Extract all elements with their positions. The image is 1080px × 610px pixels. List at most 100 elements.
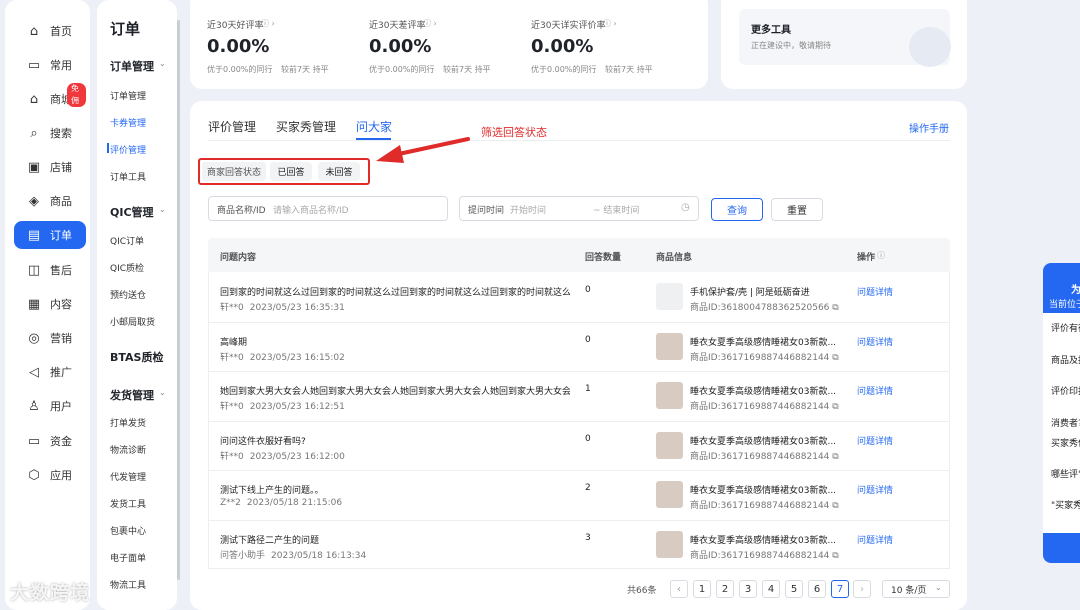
question-user: 轩**0 [220, 303, 244, 313]
manual-link[interactable]: 操作手册 [909, 120, 949, 135]
help-item[interactable]: 买家秀何设置? [1051, 438, 1080, 450]
nav-item-app[interactable]: ⬡ 应用 [14, 461, 86, 489]
nav-item-aftersale[interactable]: ◫ 售后 [14, 256, 86, 284]
next-page-icon[interactable]: › [853, 580, 871, 598]
question-detail-link[interactable]: 问题详情 [857, 384, 893, 397]
group-order-mgmt[interactable]: 订单管理 [110, 58, 154, 74]
tab-buyer-show[interactable]: 买家秀管理 [276, 118, 336, 135]
info-icon[interactable]: ⓘ › [603, 18, 617, 29]
copy-icon[interactable]: ⧉ [829, 452, 838, 462]
active-indicator [107, 143, 109, 153]
tools-illustration [909, 27, 951, 67]
question-detail-link[interactable]: 问题详情 [857, 483, 893, 496]
chevron-down-icon[interactable]: ⌄ [159, 205, 166, 214]
page-button[interactable]: 2 [716, 580, 734, 598]
tab-review-mgmt[interactable]: 评价管理 [208, 118, 256, 135]
nav-item-search[interactable]: ⌕ 搜索 [14, 119, 86, 147]
subnav-item-e-waybill[interactable]: 电子面单 [110, 551, 146, 564]
question-detail-link[interactable]: 问题详情 [857, 335, 893, 348]
page-size-select[interactable]: 10 条/页 ⌄ [882, 580, 950, 598]
help-panel-footer[interactable] [1043, 533, 1080, 563]
nav-item-promotion[interactable]: ◁ 推广 [14, 358, 86, 386]
subnav-item-order-tools[interactable]: 订单工具 [110, 170, 146, 183]
help-item[interactable]: 消费者? [1051, 418, 1080, 430]
page-button[interactable]: 5 [785, 580, 803, 598]
question-detail-link[interactable]: 问题详情 [857, 434, 893, 447]
chevron-down-icon[interactable]: ⌄ [159, 59, 166, 68]
help-item[interactable]: 商品及指南 [1051, 355, 1080, 367]
nav-item-label: 用户 [50, 400, 72, 413]
prev-page-icon[interactable]: ‹ [670, 580, 688, 598]
calendar-icon[interactable]: ◷ [681, 202, 690, 213]
help-item[interactable]: 评价印指什么? [1051, 386, 1080, 398]
subnav-item-qic-order[interactable]: QIC订单 [110, 234, 144, 247]
subnav-item-logistics-diag[interactable]: 物流诊断 [110, 443, 146, 456]
filter-label: 商家回答状态 [202, 162, 266, 181]
question-detail-link[interactable]: 问题详情 [857, 533, 893, 546]
copy-icon[interactable]: ⧉ [829, 303, 838, 313]
nav-item-content[interactable]: ▦ 内容 [14, 290, 86, 318]
nav-item-box[interactable]: ◈ 商品 [14, 187, 86, 215]
nav-item-label: 推广 [50, 366, 72, 379]
subnav-item-dropship[interactable]: 代发管理 [110, 470, 146, 483]
copy-icon[interactable]: ⧉ [829, 551, 838, 561]
time-range-field[interactable]: 提问时间 开始时间 ~ 结束时间 ◷ [459, 196, 699, 221]
stat-subtext: 优于0.00%的同行 [207, 65, 273, 74]
subnav-item-ship-tools[interactable]: 发货工具 [110, 497, 146, 510]
money-icon: ▭ [27, 433, 41, 449]
subnav-item-review-mgmt[interactable]: 评价管理 [110, 143, 146, 156]
tools-card: 更多工具 正在建设中，敬请期待 [721, 0, 967, 89]
info-icon[interactable]: ⓘ › [261, 18, 275, 29]
tabs-divider [208, 140, 950, 141]
nav-item-user[interactable]: ♙ 用户 [14, 392, 86, 420]
subnav-item-reserve[interactable]: 预约送仓 [110, 288, 146, 301]
info-icon[interactable]: ⓘ › [423, 18, 437, 29]
reset-button[interactable]: 重置 [771, 198, 823, 221]
copy-icon[interactable]: ⧉ [829, 402, 838, 412]
page-button[interactable]: 3 [739, 580, 757, 598]
nav-item-folder[interactable]: ▭ 常用 [14, 51, 86, 79]
subnav-item-logistics-tools[interactable]: 物流工具 [110, 578, 146, 591]
start-time-input[interactable]: 开始时间 [510, 203, 546, 216]
page-button[interactable]: 4 [762, 580, 780, 598]
page-button[interactable]: 6 [808, 580, 826, 598]
annotation-arrow-icon [376, 137, 470, 163]
nav-item-marketing[interactable]: ◎ 营销 [14, 324, 86, 352]
help-item[interactable]: 哪些评"买家秀 [1051, 469, 1080, 481]
subnav-item-qic-check[interactable]: QIC质检 [110, 261, 144, 274]
subnav-item-coupon-mgmt[interactable]: 卡券管理 [110, 116, 146, 129]
page-button[interactable]: 1 [693, 580, 711, 598]
group-ship-mgmt[interactable]: 发货管理 [110, 387, 154, 403]
product-thumbnail [656, 530, 683, 558]
help-item[interactable]: 评价有得升流量上 [1051, 323, 1080, 335]
question-meta: 轩**0 2023/05/23 16:12:00 [220, 449, 345, 462]
group-qic-mgmt[interactable]: QIC管理 [110, 204, 154, 220]
copy-icon[interactable]: ⧉ [829, 353, 838, 363]
filter-unanswered-button[interactable]: 未回答 [318, 162, 360, 181]
subnav-item-print-ship[interactable]: 打单发货 [110, 416, 146, 429]
info-icon[interactable]: ⓘ [877, 250, 885, 261]
subnav-scrollbar[interactable] [177, 20, 180, 580]
subnav-item-order-mgmt[interactable]: 订单管理 [110, 89, 146, 102]
chevron-down-icon[interactable]: ⌄ [159, 388, 166, 397]
nav-item-home[interactable]: ⌂ 首页 [14, 17, 86, 45]
end-time-input[interactable]: ~ 结束时间 [593, 203, 639, 216]
product-search-field[interactable]: 商品名称/ID 请输入商品名称/ID [208, 196, 448, 221]
filter-answered-button[interactable]: 已回答 [270, 162, 312, 181]
query-button[interactable]: 查询 [711, 198, 763, 221]
subnav-item-post-pickup[interactable]: 小邮局取货 [110, 315, 155, 328]
nav-item-money[interactable]: ▭ 资金 [14, 427, 86, 455]
help-item[interactable]: "买家秀精? [1051, 500, 1080, 512]
tools-title: 更多工具 [751, 25, 791, 36]
nav-item-shop[interactable]: ⌂ 商城 免佣 [14, 83, 86, 113]
product-search-placeholder[interactable]: 请输入商品名称/ID [273, 203, 349, 216]
question-detail-link[interactable]: 问题详情 [857, 285, 893, 298]
product-id-text: 商品ID:3617169887446882144 [690, 451, 830, 462]
question-time: 2023/05/18 16:13:34 [271, 550, 367, 561]
nav-item-store[interactable]: ▣ 店铺 [14, 153, 86, 181]
group-btas[interactable]: BTAS质检 [110, 349, 163, 365]
copy-icon[interactable]: ⧉ [829, 501, 838, 511]
page-button[interactable]: 7 [831, 580, 849, 598]
nav-item-order[interactable]: ▤ 订单 [14, 221, 86, 249]
subnav-item-package-center[interactable]: 包裹中心 [110, 524, 146, 537]
